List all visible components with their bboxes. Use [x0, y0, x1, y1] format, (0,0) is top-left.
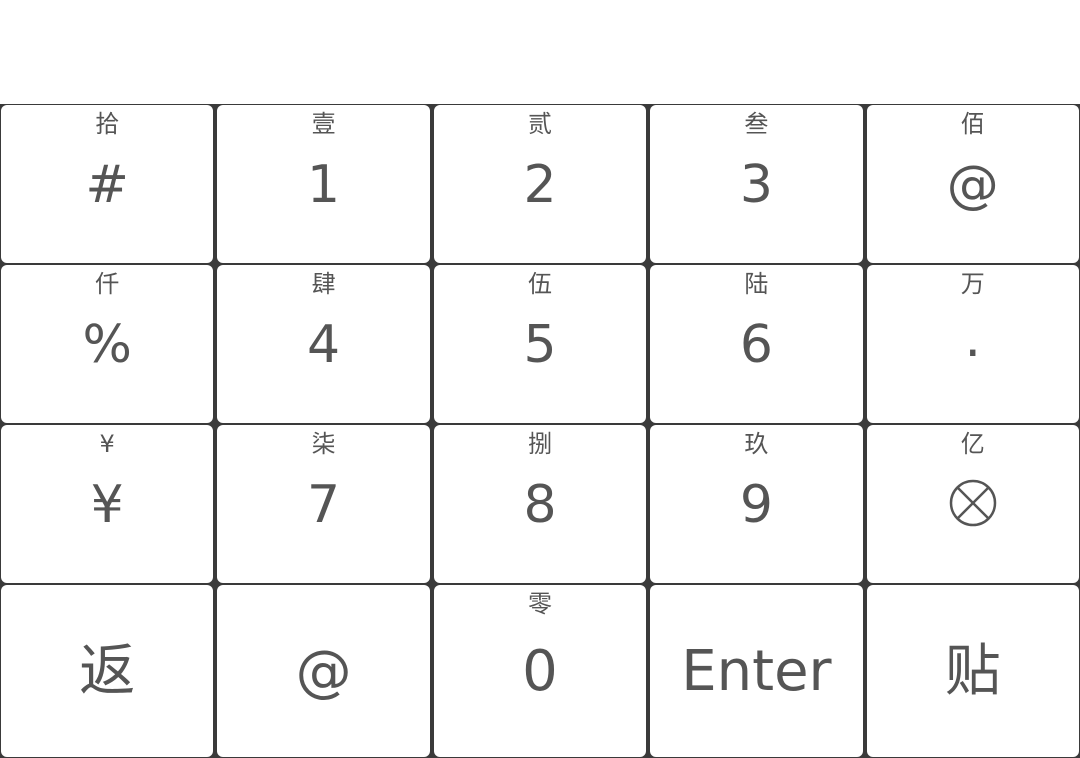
circle-x-icon	[949, 479, 997, 527]
key-hash[interactable]: 拾 #	[1, 105, 214, 263]
key-sub-label: ¥	[99, 430, 115, 458]
key-main-label: 6	[739, 315, 773, 375]
key-yuan[interactable]: ¥ ¥	[1, 425, 214, 583]
key-main-label: 1	[307, 155, 341, 215]
key-sub-label: 壹	[311, 110, 336, 138]
key-sub-label: 亿	[960, 430, 985, 458]
key-1[interactable]: 壹 1	[217, 105, 430, 263]
key-sub-label: 仟	[95, 270, 120, 298]
key-sub-label: 肆	[311, 270, 336, 298]
keyboard-screen: 拾 # 壹 1 贰 2 叁 3 佰 @ 仟 % 肆 4 伍 5 陆 6 万 . …	[0, 0, 1080, 758]
key-main-label: Enter	[681, 639, 832, 704]
key-4[interactable]: 肆 4	[217, 265, 430, 423]
key-sub-label: 万	[960, 270, 985, 298]
key-sub-label: 佰	[960, 110, 985, 138]
key-main-label: .	[964, 309, 982, 369]
key-sub-label: 柒	[311, 430, 336, 458]
key-main-label: 返	[79, 639, 136, 704]
key-sub-label: 贰	[527, 110, 552, 138]
key-sub-label: 捌	[527, 430, 552, 458]
key-main-label: #	[85, 155, 129, 215]
key-main-label: 8	[523, 475, 557, 535]
key-0[interactable]: 零 0	[433, 585, 647, 757]
key-main-label: 0	[522, 639, 558, 704]
key-sub-label: 拾	[95, 110, 120, 138]
key-paste[interactable]: 贴	[866, 585, 1079, 757]
key-main-label: 贴	[944, 639, 1001, 704]
key-main-label: 3	[739, 155, 773, 215]
input-area	[0, 0, 1080, 104]
key-sub-label: 零	[527, 590, 552, 618]
key-main-label: %	[82, 315, 132, 375]
key-main-label: 7	[307, 475, 341, 535]
key-2[interactable]: 贰 2	[433, 105, 647, 263]
key-sub-label: 叁	[744, 110, 769, 138]
key-dot[interactable]: 万 .	[866, 265, 1079, 423]
key-enter[interactable]: Enter	[650, 585, 863, 757]
key-7[interactable]: 柒 7	[217, 425, 430, 583]
key-main-label: 5	[523, 315, 557, 375]
key-percent[interactable]: 仟 %	[1, 265, 214, 423]
key-sub-label: 伍	[527, 270, 552, 298]
key-clear[interactable]: 亿	[866, 425, 1079, 583]
key-back[interactable]: 返	[1, 585, 214, 757]
key-at-bottom[interactable]: @	[217, 585, 430, 757]
key-main-label: 2	[523, 155, 557, 215]
key-sub-label: 陆	[744, 270, 769, 298]
key-sub-label: 玖	[744, 430, 769, 458]
key-main-label: ¥	[90, 475, 124, 535]
key-5[interactable]: 伍 5	[433, 265, 647, 423]
key-3[interactable]: 叁 3	[650, 105, 863, 263]
key-main-label: @	[295, 639, 352, 704]
key-at[interactable]: 佰 @	[866, 105, 1079, 263]
key-6[interactable]: 陆 6	[650, 265, 863, 423]
key-main-label: 9	[739, 475, 773, 535]
key-main-label: 4	[307, 315, 341, 375]
numeric-keyboard: 拾 # 壹 1 贰 2 叁 3 佰 @ 仟 % 肆 4 伍 5 陆 6 万 . …	[0, 104, 1080, 758]
key-9[interactable]: 玖 9	[650, 425, 863, 583]
key-main-label: @	[946, 155, 999, 215]
key-8[interactable]: 捌 8	[433, 425, 647, 583]
